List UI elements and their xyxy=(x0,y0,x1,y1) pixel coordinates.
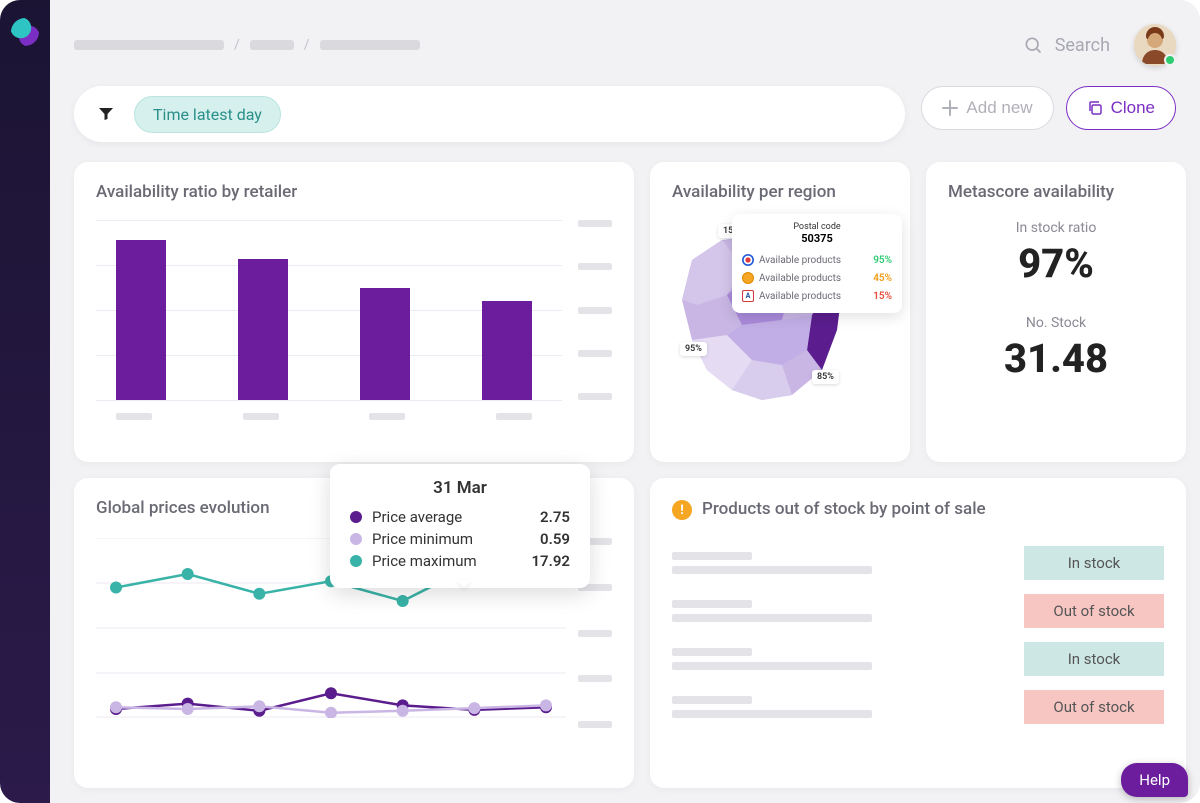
breadcrumb-separator: / xyxy=(234,37,240,53)
filter-row: Time latest day Add new Clone xyxy=(74,86,1176,142)
card-availability-ratio: Availability ratio by retailer xyxy=(74,162,634,462)
avatar[interactable] xyxy=(1134,24,1176,66)
filter-chip-time[interactable]: Time latest day xyxy=(134,96,281,133)
map-badge: 95% xyxy=(680,342,707,356)
clone-label: Clone xyxy=(1111,98,1155,118)
card-stock-status: ! Products out of stock by point of sale… xyxy=(650,478,1186,788)
retailer-icon xyxy=(742,272,754,284)
card-global-prices: Global prices evolution 31 Mar xyxy=(74,478,634,788)
retailer-icon xyxy=(742,254,754,266)
card-title: Metascore availability xyxy=(948,182,1164,202)
card-title: Products out of stock by point of sale xyxy=(702,498,986,520)
map-badge: 85% xyxy=(812,370,839,384)
line-chart[interactable]: 31 Mar Price average2.75Price minimum0.5… xyxy=(96,538,612,738)
in-stock-ratio-value: 97% xyxy=(948,240,1164,287)
stock-badge-out: Out of stock xyxy=(1024,690,1164,724)
stock-row: Out of stock xyxy=(672,690,1164,724)
breadcrumb-item[interactable] xyxy=(320,40,420,50)
add-new-button[interactable]: Add new xyxy=(921,86,1053,130)
topbar: / / Search xyxy=(74,24,1176,66)
filter-icon[interactable] xyxy=(98,106,114,122)
breadcrumb: / / xyxy=(74,37,420,53)
warning-icon: ! xyxy=(672,500,692,520)
breadcrumb-separator: / xyxy=(304,37,310,53)
clone-icon xyxy=(1087,100,1103,116)
card-title: Availability per region xyxy=(672,182,888,202)
plus-icon xyxy=(942,100,958,116)
stock-badge-in: In stock xyxy=(1024,546,1164,580)
help-button[interactable]: Help xyxy=(1121,763,1188,797)
search-icon xyxy=(1023,35,1043,55)
filter-bar: Time latest day xyxy=(74,86,905,142)
postal-code-value: 50375 xyxy=(742,232,892,245)
add-new-label: Add new xyxy=(966,98,1032,118)
search-input[interactable]: Search xyxy=(1023,35,1110,56)
retailer-icon: A xyxy=(742,290,754,302)
app-logo xyxy=(11,18,39,46)
tooltip-date: 31 Mar xyxy=(350,478,570,498)
postal-code-label: Postal code xyxy=(742,222,892,232)
stock-row: Out of stock xyxy=(672,594,1164,628)
price-tooltip: 31 Mar Price average2.75Price minimum0.5… xyxy=(330,464,590,588)
search-placeholder: Search xyxy=(1055,35,1110,56)
stock-row: In stock xyxy=(672,642,1164,676)
stock-badge-in: In stock xyxy=(1024,642,1164,676)
card-availability-region: Availability per region 15 95% 85% xyxy=(650,162,910,462)
in-stock-ratio-label: In stock ratio xyxy=(948,220,1164,236)
clone-button[interactable]: Clone xyxy=(1066,86,1176,130)
map-tooltip: Postal code 50375 Available products 95%… xyxy=(732,214,902,313)
bar-chart[interactable] xyxy=(96,220,612,420)
card-title: Availability ratio by retailer xyxy=(96,182,612,202)
status-online-icon xyxy=(1164,54,1176,66)
breadcrumb-item[interactable] xyxy=(74,40,224,50)
stock-badge-out: Out of stock xyxy=(1024,594,1164,628)
side-rail xyxy=(0,0,50,803)
card-metascore: Metascore availability In stock ratio 97… xyxy=(926,162,1186,462)
no-stock-label: No. Stock xyxy=(948,315,1164,331)
stock-row: In stock xyxy=(672,546,1164,580)
breadcrumb-item[interactable] xyxy=(250,40,294,50)
no-stock-value: 31.48 xyxy=(948,335,1164,382)
